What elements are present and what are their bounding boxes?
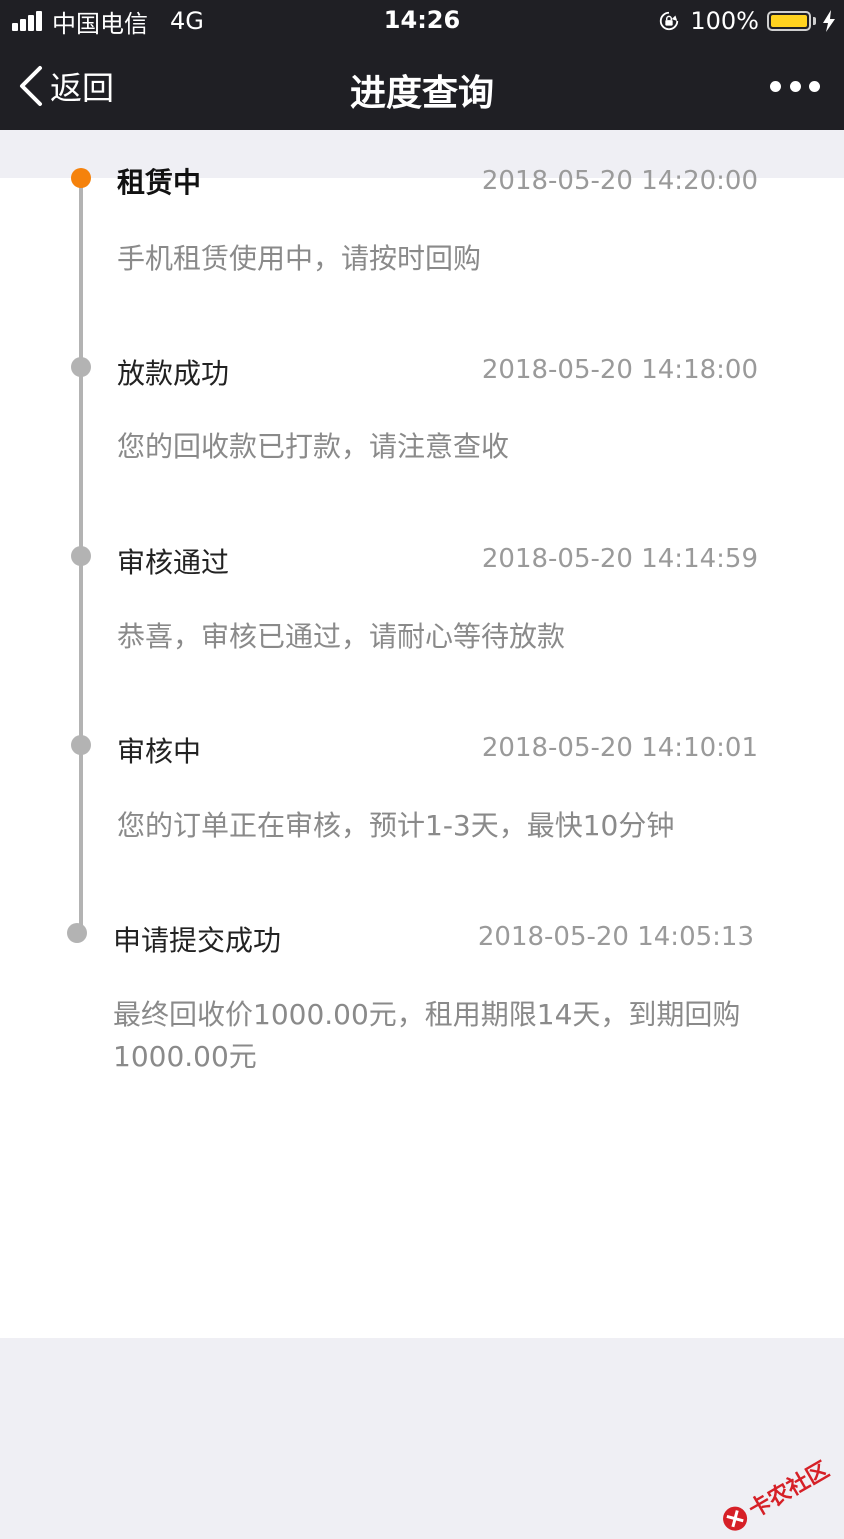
status-right: 100% (658, 6, 836, 36)
timeline-title: 放款成功 (117, 357, 230, 390)
timeline-desc: 最终回收价1000.00元，租用期限14天，到期回购1000.00元 (113, 998, 741, 1073)
timeline-desc: 您的回收款已打款，请注意查收 (117, 430, 510, 463)
orientation-lock-icon (660, 11, 679, 31)
timeline-dot (71, 168, 91, 188)
more-dot-icon (809, 80, 820, 92)
timeline-time: 2018-05-20 14:18:00 (481, 355, 758, 385)
timeline-time: 2018-05-20 14:14:59 (481, 544, 758, 574)
watermark: 卡农社区 (716, 1452, 834, 1539)
battery-icon (767, 11, 816, 31)
timeline-dot (71, 357, 91, 377)
timeline-title: 申请提交成功 (113, 924, 282, 957)
more-dot-icon (789, 80, 801, 92)
timeline-title: 审核通过 (117, 546, 230, 579)
status-bar: 中国电信 4G 14:26 100% (0, 0, 844, 44)
timeline-dot (71, 735, 91, 755)
more-button[interactable] (770, 74, 820, 98)
timeline-desc: 恭喜，审核已通过，请耐心等待放款 (117, 620, 566, 653)
battery-percent: 100% (690, 7, 759, 35)
page-title: 进度查询 (349, 73, 494, 114)
timeline-time: 2018-05-20 14:05:13 (477, 922, 754, 952)
timeline-time: 2018-05-20 14:20:00 (481, 166, 758, 196)
timeline-desc: 您的订单正在审核，预计1-3天，最快10分钟 (117, 809, 675, 842)
timeline-title: 审核中 (117, 735, 202, 768)
nav-bar: 返回 进度查询 (0, 44, 844, 130)
timeline-dot (67, 923, 87, 943)
more-dot-icon (770, 80, 781, 92)
timeline-time: 2018-05-20 14:10:01 (481, 733, 758, 763)
timeline-desc: 手机租赁使用中，请按时回购 (117, 242, 482, 275)
timeline-dot (71, 546, 91, 566)
watermark-text: 卡农社区 (744, 1457, 834, 1524)
charging-bolt-icon (823, 10, 835, 32)
timeline-title: 租赁中 (117, 166, 202, 199)
